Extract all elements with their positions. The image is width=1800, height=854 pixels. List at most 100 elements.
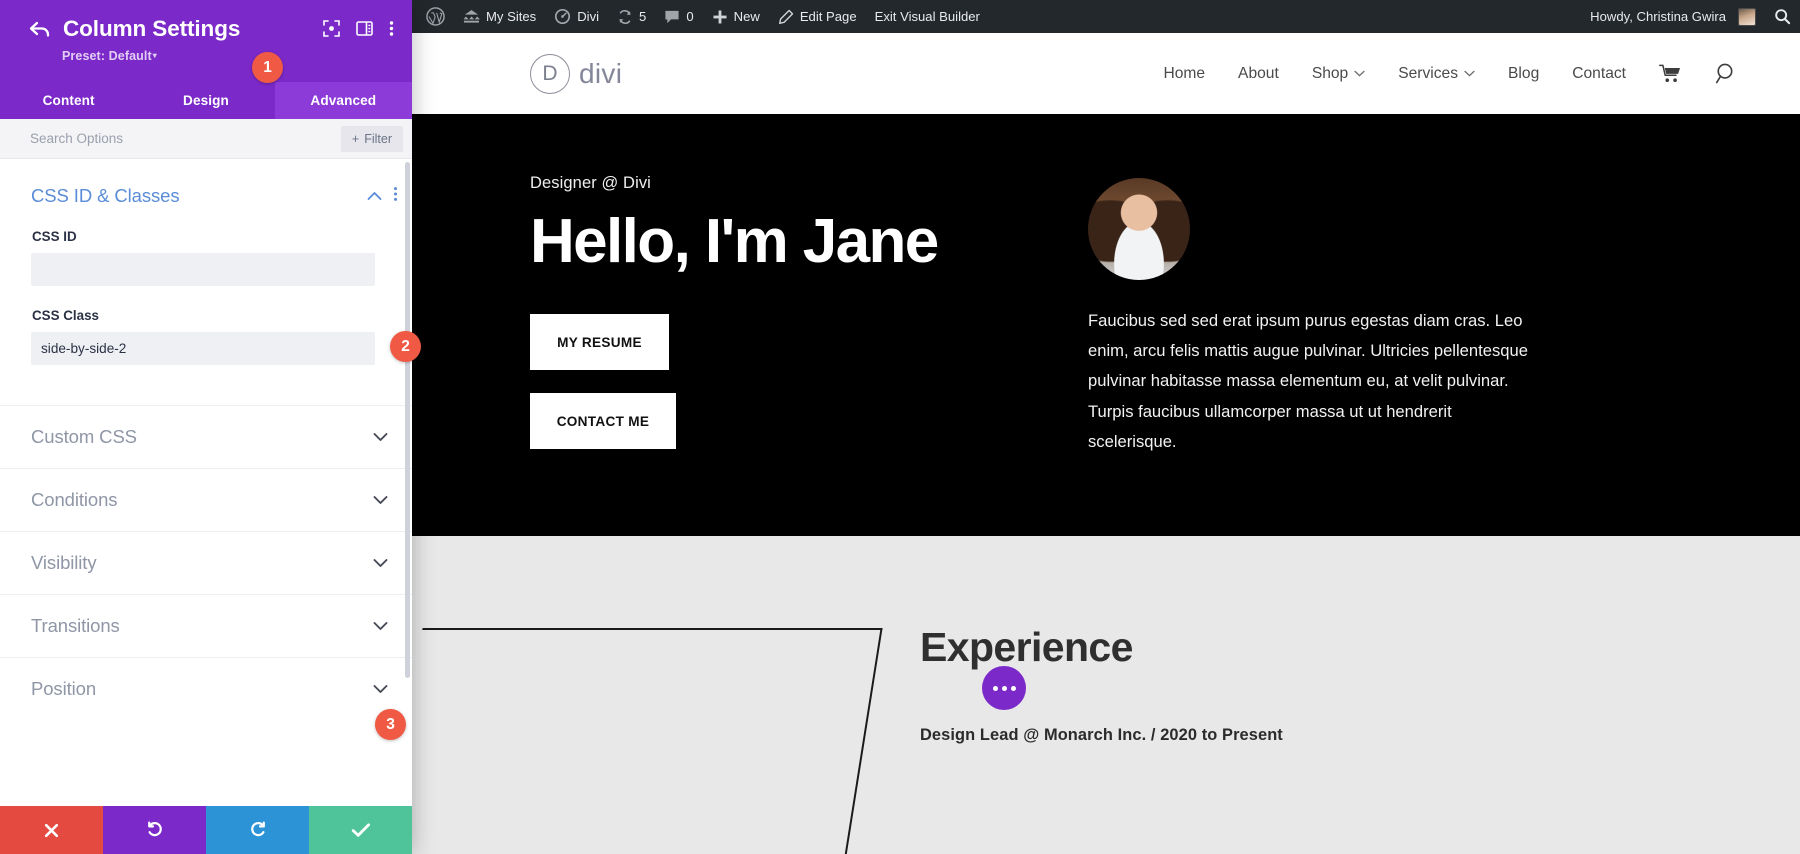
my-resume-button[interactable]: MY RESUME — [530, 314, 669, 371]
preset-caret-icon: ▾ — [152, 51, 157, 60]
adminbar-divi[interactable]: Divi — [545, 0, 608, 33]
adminbar-comments-count: 0 — [686, 9, 694, 24]
adminbar-updates[interactable]: 5 — [608, 0, 655, 33]
hero-right-column: Faucibus sed sed erat ipsum purus egesta… — [1088, 174, 1700, 472]
settings-tabs: Content Design Advanced — [0, 82, 412, 119]
dot — [1001, 685, 1007, 691]
hero-paragraph: Faucibus sed sed erat ipsum purus egesta… — [1088, 311, 1528, 451]
css-id-input[interactable] — [31, 253, 375, 286]
field-css-class: CSS Class — [0, 308, 412, 365]
site-navigation: Home About Shop Services Blog Contact — [1163, 62, 1738, 85]
save-button[interactable] — [309, 806, 412, 854]
module-settings-button[interactable] — [982, 666, 1026, 710]
nav-item-contact[interactable]: Contact — [1572, 65, 1626, 83]
adminbar-edit-page-label: Edit Page — [799, 9, 857, 24]
css-class-input[interactable] — [31, 332, 375, 365]
group-visibility[interactable]: Visibility — [0, 531, 412, 594]
hero-title: Hello, I'm Jane — [530, 207, 939, 276]
chevron-up-icon[interactable] — [367, 188, 382, 205]
adminbar-new[interactable]: New — [703, 0, 769, 33]
nav-label: Blog — [1508, 64, 1540, 82]
panel-scrollbar[interactable] — [405, 162, 410, 678]
search-icon[interactable] — [1715, 62, 1738, 85]
adminbar-account[interactable]: Howdy, Christina Gwira — [1581, 0, 1765, 33]
group-transitions[interactable]: Transitions — [0, 594, 412, 657]
group-label: Visibility — [31, 552, 97, 573]
dot — [1010, 685, 1016, 691]
chevron-down-icon[interactable] — [373, 429, 388, 446]
panel-title: Column Settings — [63, 16, 241, 41]
redo-button[interactable] — [206, 806, 309, 854]
nav-label: Home — [1163, 64, 1206, 82]
field-css-id: CSS ID — [0, 229, 412, 286]
group-conditions[interactable]: Conditions — [0, 468, 412, 531]
chevron-down-icon[interactable] — [373, 492, 388, 509]
decorative-outline-shape — [412, 628, 883, 854]
adminbar-exit-visual-builder[interactable]: Exit Visual Builder — [866, 0, 989, 33]
experience-title: Experience — [920, 624, 1133, 670]
divi-logo-mark-icon: D — [530, 53, 570, 94]
group-more-icon[interactable] — [393, 186, 398, 207]
adminbar-updates-count: 5 — [639, 9, 647, 24]
group-position[interactable]: Position — [0, 657, 412, 720]
avatar — [1738, 7, 1756, 26]
back-arrow-icon[interactable] — [29, 20, 51, 42]
wp-admin-bar: My Sites Divi 5 0 New Edit Page Exit Vis… — [412, 0, 1800, 33]
group-custom-css[interactable]: Custom CSS — [0, 405, 412, 468]
profile-photo — [1088, 178, 1190, 280]
hero-buttons: MY RESUME CONTACT ME — [530, 314, 1000, 472]
adminbar-wordpress-logo[interactable] — [412, 0, 454, 33]
nav-item-home[interactable]: Home — [1163, 65, 1205, 83]
plus-icon: + — [351, 131, 360, 146]
search-options-row: + Filter — [0, 119, 412, 159]
group-title: CSS ID & Classes — [31, 185, 180, 206]
filter-button[interactable]: + Filter — [340, 125, 403, 152]
tab-content[interactable]: Content — [0, 82, 137, 119]
hero-kicker: Designer @ Divi — [530, 174, 651, 192]
site-logo[interactable]: D divi — [530, 53, 622, 94]
nav-item-about[interactable]: About — [1238, 65, 1279, 83]
callout-marker-3: 3 — [375, 709, 406, 740]
tab-advanced[interactable]: Advanced — [274, 82, 412, 119]
panel-more-icon[interactable] — [389, 20, 394, 37]
preset-selector[interactable]: Preset: Default▾ — [62, 49, 396, 63]
panel-header: Column Settings Preset: Default▾ — [0, 0, 412, 82]
plus-icon — [712, 9, 728, 25]
chevron-down-icon — [1464, 69, 1475, 79]
nav-label: Contact — [1572, 64, 1626, 82]
contact-me-button[interactable]: CONTACT ME — [530, 393, 676, 450]
page-preview-area: My Sites Divi 5 0 New Edit Page Exit Vis… — [412, 0, 1800, 854]
shopping-cart-icon[interactable] — [1659, 64, 1682, 84]
chevron-down-icon[interactable] — [373, 555, 388, 572]
hero-left-column: Designer @ Divi Hello, I'm Jane MY RESUM… — [530, 174, 1000, 472]
adminbar-search[interactable] — [1765, 0, 1800, 33]
panel-layout-icon[interactable] — [356, 20, 373, 37]
adminbar-edit-page[interactable]: Edit Page — [769, 0, 866, 33]
nav-item-blog[interactable]: Blog — [1508, 65, 1539, 83]
nav-item-shop[interactable]: Shop — [1312, 65, 1365, 83]
adminbar-exit-label: Exit Visual Builder — [874, 9, 980, 24]
chevron-down-icon[interactable] — [373, 618, 388, 635]
adminbar-new-label: New — [733, 9, 760, 24]
expand-icon[interactable] — [323, 20, 340, 37]
hero-section: Designer @ Divi Hello, I'm Jane MY RESUM… — [412, 114, 1800, 536]
undo-button[interactable] — [103, 806, 206, 854]
adminbar-my-sites-label: My Sites — [486, 9, 537, 24]
site-header: D divi Home About Shop Services Blog Con… — [412, 33, 1800, 114]
panel-header-icons — [323, 14, 396, 37]
filter-label: Filter — [364, 131, 392, 146]
adminbar-my-sites[interactable]: My Sites — [454, 0, 545, 33]
nav-label: Services — [1398, 64, 1459, 82]
experience-entry-meta: Design Lead @ Monarch Inc. / 2020 to Pre… — [920, 726, 1283, 744]
tab-design[interactable]: Design — [137, 82, 274, 119]
preset-label: Preset: Default — [62, 49, 152, 63]
nav-item-services[interactable]: Services — [1398, 65, 1475, 83]
nav-label: About — [1238, 64, 1279, 82]
chevron-down-icon[interactable] — [373, 681, 388, 698]
group-css-id-classes-header[interactable]: CSS ID & Classes — [0, 159, 412, 207]
adminbar-comments[interactable]: 0 — [655, 0, 702, 33]
group-label: Position — [31, 678, 97, 699]
search-input[interactable] — [30, 131, 341, 146]
cancel-button[interactable] — [0, 806, 103, 854]
